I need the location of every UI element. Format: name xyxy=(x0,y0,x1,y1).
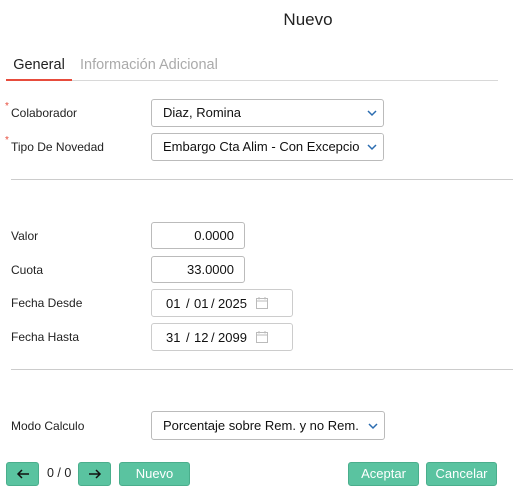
tipo-novedad-label: Tipo De Novedad xyxy=(11,140,104,154)
previous-record-button[interactable] xyxy=(6,462,39,486)
fecha-hasta-year[interactable]: 2099 xyxy=(218,330,247,345)
fecha-desde-year[interactable]: 2025 xyxy=(218,296,247,311)
tab-informacion-adicional[interactable]: Información Adicional xyxy=(80,57,218,73)
fecha-hasta-input[interactable]: 31 / 12 / 2099 xyxy=(151,323,293,351)
fecha-desde-label: Fecha Desde xyxy=(11,296,83,310)
fecha-desde-day[interactable]: 01 xyxy=(166,296,180,311)
date-separator: / xyxy=(211,330,215,345)
arrow-right-icon xyxy=(88,469,101,479)
cuota-label: Cuota xyxy=(11,263,44,277)
tab-bar: General Información Adicional xyxy=(6,57,498,81)
arrow-left-icon xyxy=(16,469,29,479)
chevron-down-icon xyxy=(367,144,377,151)
valor-input[interactable]: 0.0000 xyxy=(151,222,245,249)
fecha-hasta-label: Fecha Hasta xyxy=(11,330,80,344)
section-divider xyxy=(11,179,513,180)
next-record-button[interactable] xyxy=(78,462,111,486)
modo-calculo-value: Porcentaje sobre Rem. y no Rem. xyxy=(163,418,359,433)
fecha-desde-input[interactable]: 01 / 01 / 2025 xyxy=(151,289,293,317)
date-separator: / xyxy=(186,296,190,311)
tab-general[interactable]: General xyxy=(6,57,72,81)
required-marker: * xyxy=(5,135,9,146)
fecha-hasta-day[interactable]: 31 xyxy=(166,330,180,345)
required-marker: * xyxy=(5,101,9,112)
cuota-input[interactable]: 33.0000 xyxy=(151,256,245,283)
calendar-icon[interactable] xyxy=(256,297,268,309)
tipo-novedad-select[interactable]: Embargo Cta Alim - Con Excepciones xyxy=(151,133,384,161)
cancelar-button[interactable]: Cancelar xyxy=(426,462,497,486)
aceptar-button[interactable]: Aceptar xyxy=(348,462,419,486)
dialog-title: Nuevo xyxy=(283,10,333,29)
nuevo-button[interactable]: Nuevo xyxy=(119,462,190,486)
modo-calculo-select[interactable]: Porcentaje sobre Rem. y no Rem. xyxy=(151,411,385,440)
fecha-hasta-month[interactable]: 12 xyxy=(194,330,208,345)
pager-indicator: 0 / 0 xyxy=(47,466,72,480)
date-separator: / xyxy=(211,296,215,311)
fecha-desde-month[interactable]: 01 xyxy=(194,296,208,311)
modo-calculo-label: Modo Calculo xyxy=(11,419,85,433)
chevron-down-icon xyxy=(368,422,378,429)
colaborador-select[interactable]: Diaz, Romina xyxy=(151,99,384,127)
tipo-novedad-value: Embargo Cta Alim - Con Excepciones xyxy=(163,139,381,154)
calendar-icon[interactable] xyxy=(256,331,268,343)
valor-label: Valor xyxy=(11,229,39,243)
date-separator: / xyxy=(186,330,190,345)
colaborador-label: Colaborador xyxy=(11,106,78,120)
section-divider xyxy=(11,369,513,370)
chevron-down-icon xyxy=(367,110,377,117)
colaborador-value: Diaz, Romina xyxy=(163,105,242,120)
